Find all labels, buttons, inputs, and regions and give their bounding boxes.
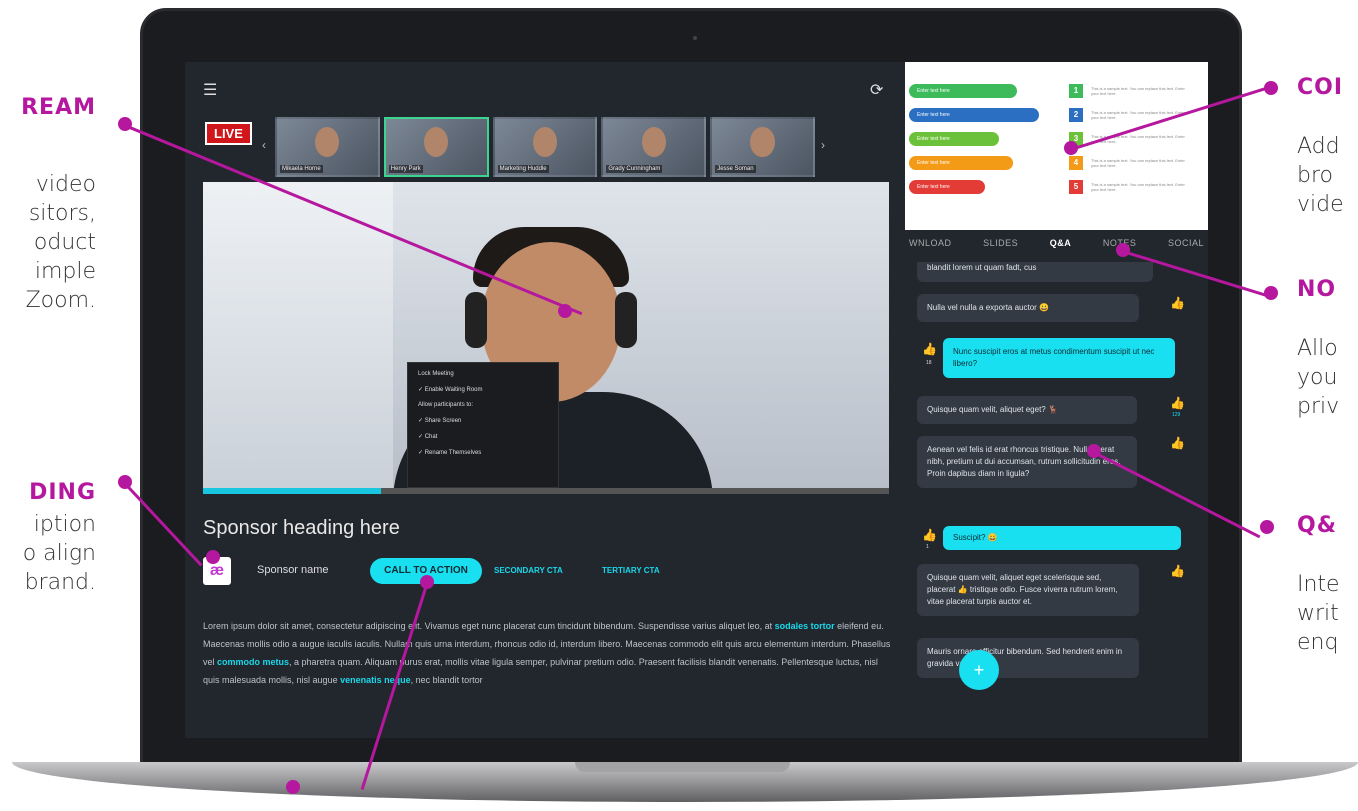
poll-option-number: 4 bbox=[1069, 156, 1083, 170]
my-question-message: Suscipit? 😀 bbox=[943, 526, 1181, 550]
live-badge: LIVE bbox=[205, 122, 252, 145]
callout-branding-text: iption o align brand. bbox=[22, 512, 96, 595]
chevron-right-icon[interactable]: › bbox=[821, 138, 825, 152]
callout-notes-text: Allo you priv bbox=[1297, 336, 1340, 419]
participant-tile[interactable]: Mikaela Horne bbox=[275, 117, 380, 177]
question-message: blandit lorem ut quam fadt, cus bbox=[917, 262, 1153, 282]
vote-count: 129 bbox=[1172, 412, 1181, 418]
menu-item[interactable]: ✓ Enable Waiting Room bbox=[418, 386, 548, 393]
hamburger-icon[interactable]: ☰ bbox=[203, 80, 217, 100]
poll-option-bar[interactable]: Enter text here bbox=[909, 108, 1039, 122]
menu-item[interactable]: ✓ Rename Themselves bbox=[418, 449, 548, 456]
headphones-shape bbox=[615, 292, 637, 348]
question-message: Aenean vel felis id erat rhoncus tristiq… bbox=[917, 436, 1137, 488]
menu-item[interactable]: ✓ Chat bbox=[418, 433, 548, 440]
menu-item: Allow participants to: bbox=[418, 402, 474, 408]
add-question-button[interactable]: + bbox=[959, 650, 999, 690]
poll-option-bar[interactable]: Enter text here bbox=[909, 156, 1013, 170]
thumbs-up-icon[interactable]: 👍 bbox=[1170, 296, 1185, 310]
menu-item[interactable]: ✓ Share Screen bbox=[418, 417, 548, 424]
participant-tile[interactable]: Henry Park bbox=[383, 117, 489, 177]
vote-count: 1 bbox=[926, 544, 929, 550]
callout-dot bbox=[1264, 286, 1278, 300]
webcam-dot bbox=[693, 36, 697, 40]
menu-item[interactable]: Lock Meeting bbox=[418, 371, 548, 377]
thumbs-up-icon[interactable]: 👍 bbox=[1170, 396, 1185, 410]
thumbs-up-icon[interactable]: 👍 bbox=[1170, 436, 1185, 450]
poll-option-description: This is a sample text. You can replace t… bbox=[1091, 86, 1185, 96]
poll-option-number: 2 bbox=[1069, 108, 1083, 122]
tertiary-cta-link[interactable]: TERTIARY CTA bbox=[602, 566, 660, 575]
thumbs-up-icon[interactable]: 👍 bbox=[1170, 564, 1185, 578]
question-message: Quisque quam velit, aliquet eget? 🦌 bbox=[917, 396, 1137, 424]
headphones-shape bbox=[465, 292, 487, 348]
callout-dot bbox=[558, 304, 572, 318]
host-options-menu[interactable]: Lock Meeting ✓ Enable Waiting Room Allow… bbox=[407, 362, 559, 488]
poll-option-bar[interactable]: Enter text here bbox=[909, 84, 1017, 98]
callout-dot bbox=[286, 780, 300, 794]
callout-branding-title: DING bbox=[29, 480, 96, 505]
callout-content-text: Add bro vide bbox=[1297, 134, 1344, 217]
my-question-message: Nunc suscipit eros at metus condimentum … bbox=[943, 338, 1175, 378]
tab-qa[interactable]: Q&A bbox=[1050, 238, 1072, 260]
tab-download[interactable]: WNLOAD bbox=[909, 238, 952, 260]
participant-tile[interactable]: Grady Cunningham bbox=[601, 117, 707, 177]
callout-stream-text: video sitors, oduct imple Zoom. bbox=[25, 172, 96, 313]
participant-tile[interactable]: Marketing Huddle bbox=[492, 117, 598, 177]
callout-qa-text: Inte writ enq bbox=[1297, 572, 1340, 655]
sponsor-name: Sponsor name bbox=[257, 564, 329, 576]
participant-strip: Mikaela Horne Henry Park Marketing Huddl… bbox=[275, 117, 815, 177]
callout-notes-title: NO bbox=[1297, 277, 1337, 302]
poll-option-bar[interactable]: Enter text here bbox=[909, 180, 985, 194]
app-screen: ☰ ⟳ LIVE ‹ Mikaela Horne Henry Park Mark… bbox=[185, 62, 1208, 738]
poll-option-number: 1 bbox=[1069, 84, 1083, 98]
sponsor-heading: Sponsor heading here bbox=[203, 517, 400, 539]
poll-option-description: This is a sample text. You can replace t… bbox=[1091, 182, 1185, 192]
tab-social[interactable]: SOCIAL bbox=[1168, 238, 1204, 260]
participant-tile[interactable]: Jesse Soman bbox=[710, 117, 815, 177]
laptop-notch bbox=[575, 762, 790, 772]
thumbs-up-icon[interactable]: 👍 bbox=[922, 342, 937, 356]
sponsor-description: Lorem ipsum dolor sit amet, consectetur … bbox=[203, 621, 891, 685]
link[interactable]: commodo metus bbox=[217, 657, 289, 667]
refresh-icon[interactable]: ⟳ bbox=[870, 80, 883, 100]
callout-qa-title: Q& bbox=[1297, 513, 1337, 538]
poll-option-bar[interactable]: Enter text here bbox=[909, 132, 999, 146]
poll-panel: Enter text here 1 This is a sample text. Y… bbox=[905, 62, 1208, 230]
question-message: Quisque quam velit, aliquet eget sceleri… bbox=[917, 564, 1139, 616]
tab-slides[interactable]: SLIDES bbox=[983, 238, 1018, 260]
poll-option-description: This is a sample text. You can replace t… bbox=[1091, 158, 1185, 168]
callout-stream-title: REAM bbox=[21, 95, 96, 120]
poll-option-number: 5 bbox=[1069, 180, 1083, 194]
secondary-cta-link[interactable]: SECONDARY CTA bbox=[494, 566, 563, 575]
video-progress-bar[interactable] bbox=[203, 488, 889, 494]
link[interactable]: sodales tortor bbox=[775, 621, 835, 631]
question-message: Nulla vel nulla a exporta auctor 😀 bbox=[917, 294, 1139, 322]
question-message: Mauris ornare efficitur bibendum. Sed he… bbox=[917, 638, 1139, 678]
side-tabs: WNLOAD SLIDES Q&A NOTES SOCIAL bbox=[905, 238, 1208, 260]
callout-content-title: COI bbox=[1297, 75, 1344, 100]
callout-dot bbox=[206, 550, 220, 564]
thumbs-up-icon[interactable]: 👍 bbox=[922, 528, 937, 542]
callout-dot bbox=[1260, 520, 1274, 534]
chevron-left-icon[interactable]: ‹ bbox=[262, 138, 266, 152]
link[interactable]: venenatis neque bbox=[340, 675, 411, 685]
vote-count: 18 bbox=[926, 360, 932, 366]
callout-dot bbox=[1264, 81, 1278, 95]
